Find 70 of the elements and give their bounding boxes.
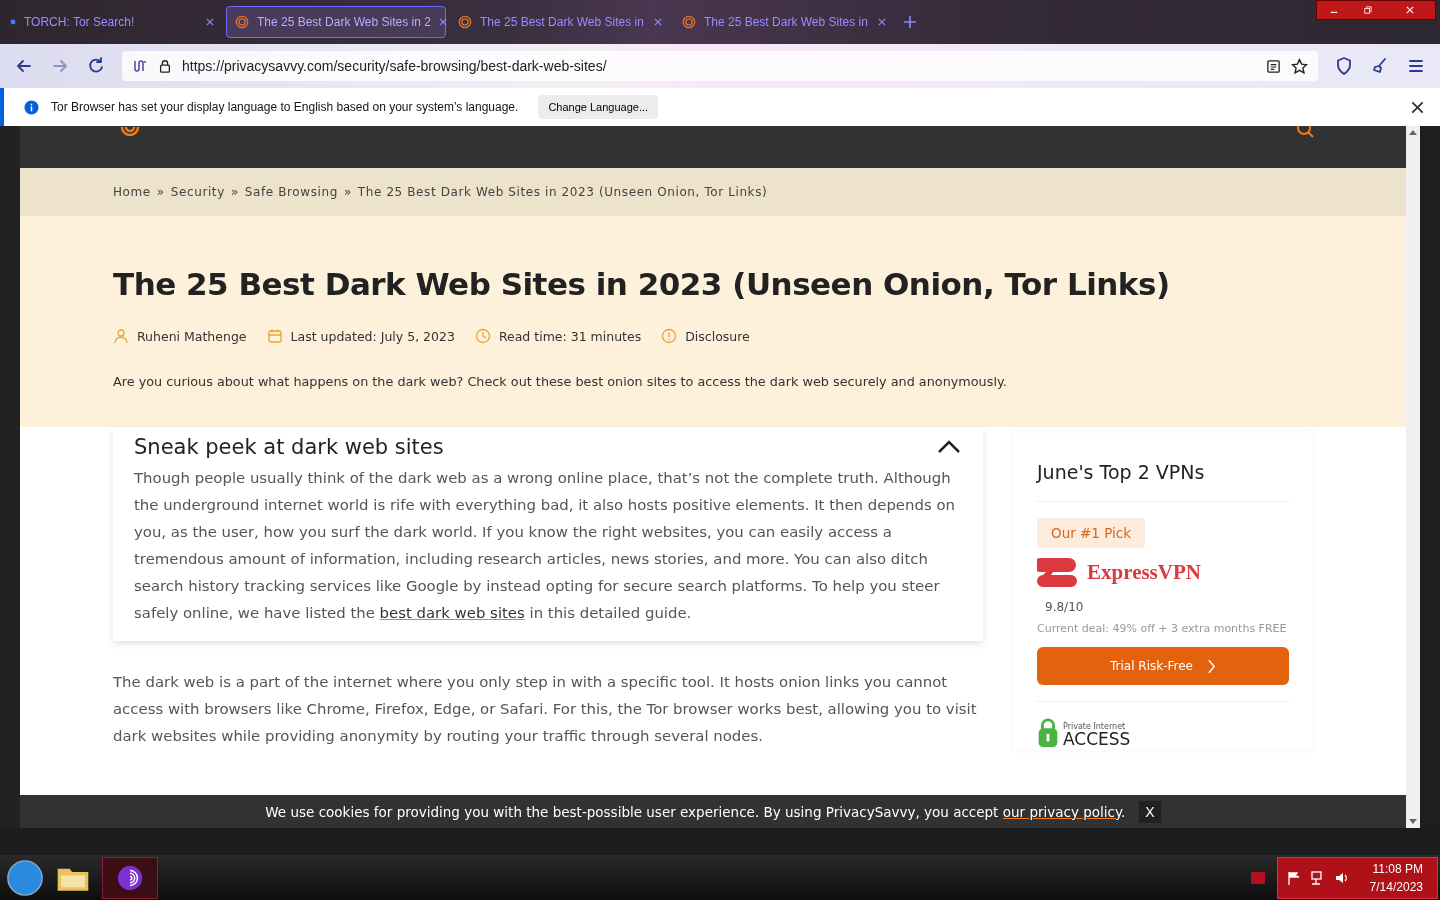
- separator-text: »: [156, 185, 165, 199]
- breadcrumb-current: The 25 Best Dark Web Sites in 2023 (Unseen Onion, Tor Links): [357, 185, 768, 199]
- pick-badge: Our #1 Pick: [1037, 518, 1146, 548]
- meta-text: Ruheni Mathenge: [137, 328, 247, 344]
- breadcrumb-link[interactable]: Security: [170, 185, 225, 199]
- notification-icon: [1250, 871, 1265, 884]
- tor-browser-icon: [116, 863, 144, 892]
- close-icon[interactable]: [1411, 100, 1424, 114]
- info-icon: [24, 99, 39, 115]
- close-button[interactable]: X: [1139, 800, 1161, 823]
- taskbar-app-button[interactable]: [102, 856, 158, 899]
- onion-icon: [458, 15, 472, 29]
- dot-icon: [10, 19, 16, 25]
- browser-tab[interactable]: The 25 Best Dark Web Sites in: [674, 6, 894, 38]
- tab-title: The 25 Best Dark Web Sites in 2: [257, 15, 431, 29]
- calendar-icon: [266, 328, 283, 344]
- onion-icon: [682, 15, 696, 29]
- meta-text: Read time: 31 minutes: [498, 328, 642, 344]
- shield-icon[interactable]: [1334, 56, 1354, 76]
- cookie-text: We use cookies for providing you with the best-possible user experience. By using PrivacySavvy, you accept our privacy policy.: [265, 803, 1126, 820]
- lock-icon: [158, 58, 172, 74]
- restore-icon: [1364, 6, 1372, 14]
- link[interactable]: best dark web sites: [379, 604, 525, 622]
- summary-title: Sneak peek at dark web sites: [134, 435, 444, 459]
- start-orb-icon: [6, 858, 44, 897]
- brand-name: ACCESS: [1063, 731, 1131, 748]
- address-bar[interactable]: https://privacysavvy.com/security/safe-browsing/best-dark-web-sites/: [122, 51, 1318, 81]
- url-text: https://privacysavvy.com/security/safe-browsing/best-dark-web-sites/: [182, 58, 607, 74]
- search-icon: [1296, 126, 1316, 140]
- notification-message: Tor Browser has set your display language to English based on your system’s language.: [51, 100, 519, 114]
- disclosure-link[interactable]: Disclosure: [685, 328, 750, 344]
- breadcrumb-link[interactable]: Home: [113, 185, 151, 199]
- meta-text: Last updated: July 5, 2023: [290, 328, 455, 344]
- browser-tab[interactable]: The 25 Best Dark Web Sites in 2: [226, 6, 446, 38]
- onion-icon: [235, 15, 249, 29]
- intro-text: Are you curious about what happens on the dark web? Check out these best onion sites to access the dark web securely and anonymously.: [113, 374, 1008, 389]
- sidebar-title: June's Top 2 VPNs: [1037, 461, 1206, 483]
- star-icon: [1291, 57, 1308, 75]
- tab-title: The 25 Best Dark Web Sites in: [480, 15, 645, 29]
- logo-icon: [118, 126, 140, 136]
- brand-name: Private Internet: [1063, 722, 1127, 731]
- scroll-down-icon[interactable]: [1409, 819, 1417, 824]
- body-text: The dark web is a part of the internet where you only step in with a specific tool. It hosts onion links you cannot access with browsers like Chrome, Firefox, Edge, or Safari. For this, the Tor browser works best, allowing you to visit dark websites while providing anonymity by routing your traffic through several nodes.: [113, 672, 978, 747]
- score-text: 9.8/10: [1045, 600, 1085, 614]
- clock-icon: [474, 328, 491, 344]
- tab-title: The 25 Best Dark Web Sites in: [704, 15, 869, 29]
- breadcrumb-link[interactable]: Safe Browsing: [244, 185, 338, 199]
- browser-tab[interactable]: TORCH: Tor Search!: [2, 6, 222, 38]
- person-icon: [113, 328, 129, 344]
- separator-text: »: [343, 185, 352, 199]
- chevron-up-icon[interactable]: [937, 440, 961, 454]
- info-icon: [661, 328, 678, 344]
- brand-name: ExpressVPN: [1087, 559, 1201, 585]
- browser-tab[interactable]: The 25 Best Dark Web Sites in: [450, 6, 670, 38]
- circuit-icon: [132, 58, 148, 74]
- reader-view-icon: [1266, 58, 1281, 74]
- clock-time: 11:08 PM: [1372, 861, 1423, 876]
- clock-date: 7/14/2023: [1369, 879, 1423, 894]
- change-language-button[interactable]: Change Language...: [538, 95, 659, 119]
- brand-logo-icon: [1037, 556, 1077, 588]
- chevron-right-icon: [1207, 658, 1216, 674]
- trial-button[interactable]: Trial Risk-Free: [1037, 647, 1289, 685]
- article-title: The 25 Best Dark Web Sites in 2023 (Unseen Onion, Tor Links): [113, 266, 1171, 302]
- scrollbar[interactable]: [1406, 126, 1420, 828]
- scroll-up-icon[interactable]: [1409, 130, 1417, 135]
- deal-text: Current deal: 49% off + 3 extra months FREE: [1037, 622, 1288, 635]
- separator-text: »: [230, 185, 239, 199]
- summary-text: Though people usually think of the dark web as a wrong online place, that’s not the complete truth. Although the underground internet world is rife with everything bad, it also hosts positive elements. It then depends on you, as the user, how you surf the dark world. If you know the right websites, you can easily access a tremendous amount of information, including research articles, news stories, and more. You can also ditch search history tracking services like Google by instead opting for secure search platforms. To help you steer safely online, we have listed the best dark web sites in this detailed guide.: [134, 468, 956, 624]
- tab-title: TORCH: Tor Search!: [24, 15, 136, 29]
- flag-icon: [1285, 869, 1302, 886]
